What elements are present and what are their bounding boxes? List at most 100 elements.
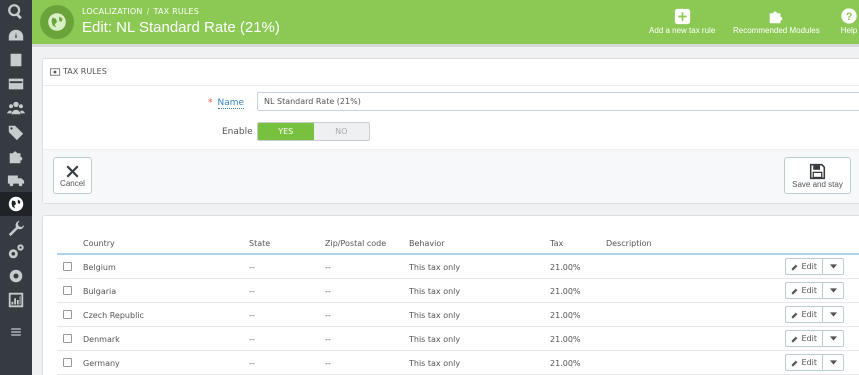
column-header-zip[interactable]: Zip/Postal code <box>325 239 386 248</box>
row-actions-dropdown[interactable] <box>823 354 844 371</box>
caret-down-icon <box>829 336 837 341</box>
breadcrumb-item[interactable]: LOCALIZATION <box>82 7 143 16</box>
table-row: Czech Republic -- -- This tax only 21.00… <box>57 303 859 327</box>
menu-icon <box>11 328 21 336</box>
breadcrumb-item[interactable]: TAX RULES <box>154 7 200 16</box>
row-actions-dropdown[interactable] <box>823 306 844 323</box>
panel-footer: Cancel Save and stay <box>43 149 859 203</box>
column-header-description[interactable]: Description <box>606 239 652 248</box>
globe-icon <box>40 5 74 39</box>
edit-button[interactable]: Edit <box>784 330 823 347</box>
cell-zip: -- <box>325 287 331 296</box>
tax-rules-form-panel: TAX RULES * Name Enable YES NO Cancel Sav… <box>42 58 859 204</box>
tax-rules-table-panel: Country State Zip/Postal code Behavior T… <box>42 215 859 375</box>
sidebar-item-modules[interactable] <box>0 144 32 168</box>
add-tax-rule-button[interactable]: Add a new tax rule <box>649 6 715 35</box>
pencil-icon <box>791 312 797 318</box>
row-actions-dropdown[interactable] <box>823 330 844 347</box>
column-header-behavior[interactable]: Behavior <box>409 239 445 248</box>
stats-icon <box>8 292 24 308</box>
enable-toggle[interactable]: YES NO <box>257 122 370 141</box>
catalog-icon <box>8 125 24 141</box>
edit-label: Edit <box>801 358 818 367</box>
help-label: Help <box>840 26 858 35</box>
row-checkbox[interactable] <box>63 286 72 295</box>
sidebar-item-payment[interactable] <box>0 72 32 96</box>
row-checkbox[interactable] <box>63 310 72 319</box>
sidebar-item-catalog[interactable] <box>0 120 32 144</box>
enable-label: Enable <box>222 127 253 137</box>
cell-behavior: This tax only <box>409 359 461 368</box>
sidebar-item-stats[interactable] <box>0 288 32 312</box>
cell-tax: 21.00% <box>550 359 581 368</box>
name-input[interactable] <box>257 92 859 111</box>
column-header-country[interactable]: Country <box>83 239 115 248</box>
caret-down-icon <box>829 288 837 293</box>
search-icon <box>8 4 22 20</box>
sidebar-item-dashboard[interactable] <box>0 24 32 48</box>
edit-button[interactable]: Edit <box>784 258 823 275</box>
cell-zip: -- <box>325 335 331 344</box>
payment-icon <box>8 78 24 90</box>
cell-behavior: This tax only <box>409 311 461 320</box>
cell-tax: 21.00% <box>550 311 581 320</box>
save-icon <box>809 163 826 179</box>
pencil-icon <box>791 360 797 366</box>
row-actions-dropdown[interactable] <box>823 282 844 299</box>
row-checkbox[interactable] <box>63 358 72 367</box>
sidebar-item-localization[interactable] <box>0 192 32 216</box>
orders-icon <box>10 53 22 67</box>
row-checkbox[interactable] <box>63 334 72 343</box>
row-actions: Edit <box>784 306 844 323</box>
recommended-modules-label: Recommended Modules <box>733 26 820 35</box>
sidebar-item-preferences[interactable] <box>0 264 32 288</box>
pencil-icon <box>791 264 797 270</box>
breadcrumb-separator: / <box>146 7 150 16</box>
sidebar-item-advanced[interactable] <box>0 240 32 264</box>
cell-state: -- <box>249 311 255 320</box>
cell-country: Germany <box>83 359 120 368</box>
sidebar-item-customers[interactable] <box>0 96 32 120</box>
puzzle-icon <box>770 11 783 24</box>
page-title: Edit: NL Standard Rate (21%) <box>82 19 280 36</box>
help-icon: ? <box>841 8 857 24</box>
cell-behavior: This tax only <box>409 335 461 344</box>
help-button[interactable]: ? Help <box>840 6 858 35</box>
edit-label: Edit <box>801 334 818 343</box>
table-row: Germany -- -- This tax only 21.00% Edit <box>57 351 859 375</box>
cell-zip: -- <box>325 311 331 320</box>
breadcrumb: LOCALIZATION / TAX RULES <box>82 7 199 16</box>
row-actions-dropdown[interactable] <box>823 258 844 275</box>
name-label-text[interactable]: Name <box>217 98 245 109</box>
page-header: LOCALIZATION / TAX RULES Edit: NL Standard… <box>32 0 859 44</box>
cancel-label: Cancel <box>60 178 85 188</box>
sidebar-item-search[interactable] <box>0 0 32 24</box>
enable-yes-option[interactable]: YES <box>258 123 314 140</box>
edit-button[interactable]: Edit <box>784 306 823 323</box>
cell-state: -- <box>249 335 255 344</box>
row-checkbox[interactable] <box>63 262 72 271</box>
column-header-tax[interactable]: Tax <box>550 239 563 248</box>
dashboard-icon <box>8 29 24 41</box>
save-and-stay-label: Save and stay <box>792 179 843 189</box>
cell-tax: 21.00% <box>550 263 581 272</box>
recommended-modules-button[interactable]: Recommended Modules <box>733 6 820 35</box>
cancel-button[interactable]: Cancel <box>53 157 92 194</box>
edit-button[interactable]: Edit <box>784 282 823 299</box>
sidebar-item-shipping[interactable] <box>0 168 32 192</box>
modules-icon <box>9 151 23 164</box>
sidebar-item-tools[interactable] <box>0 216 32 240</box>
pencil-icon <box>791 288 797 294</box>
row-actions: Edit <box>784 282 844 299</box>
sidebar <box>0 0 32 375</box>
sidebar-item-menu[interactable] <box>0 320 32 344</box>
save-and-stay-button[interactable]: Save and stay <box>784 157 851 194</box>
cell-tax: 21.00% <box>550 335 581 344</box>
close-icon <box>66 165 79 177</box>
svg-text:?: ? <box>846 11 853 23</box>
sidebar-item-orders[interactable] <box>0 48 32 72</box>
customers-icon <box>7 101 25 115</box>
edit-button[interactable]: Edit <box>784 354 823 371</box>
column-header-state[interactable]: State <box>249 239 270 248</box>
enable-no-option[interactable]: NO <box>314 123 370 140</box>
